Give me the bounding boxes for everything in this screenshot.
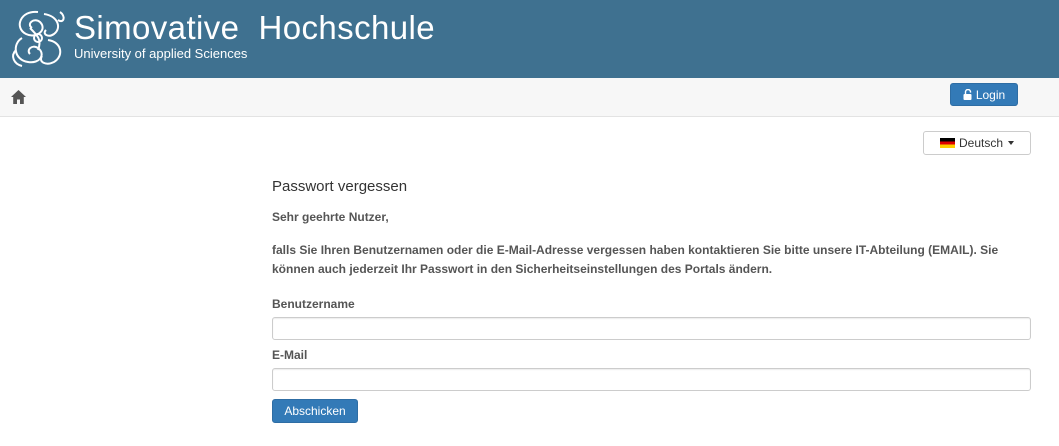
site-title: Simovative Hochschule xyxy=(74,9,435,46)
flag-de-icon xyxy=(939,138,955,148)
submit-button[interactable]: Abschicken xyxy=(272,399,358,423)
home-icon[interactable] xyxy=(10,89,27,105)
info-text: falls Sie Ihren Benutzernamen oder die E… xyxy=(272,243,999,276)
login-label: Login xyxy=(975,87,1006,102)
site-subtitle: University of applied Sciences xyxy=(74,46,248,61)
caret-down-icon xyxy=(1008,141,1015,145)
username-label: Benutzername xyxy=(272,297,355,311)
page-title: Passwort vergessen xyxy=(272,178,408,195)
logo-icon xyxy=(12,10,65,67)
language-label: Deutsch xyxy=(958,136,1004,150)
email-label: E-Mail xyxy=(272,348,308,362)
username-input[interactable] xyxy=(272,317,1031,340)
login-button[interactable]: Login xyxy=(950,83,1018,106)
navbar: Login xyxy=(0,78,1059,117)
email-input[interactable] xyxy=(272,368,1031,391)
language-dropdown[interactable]: Deutsch xyxy=(923,131,1031,155)
unlock-icon xyxy=(963,89,972,100)
site-header: Simovative Hochschule University of appl… xyxy=(0,0,1059,78)
greeting-text: Sehr geehrte Nutzer, xyxy=(272,210,389,224)
